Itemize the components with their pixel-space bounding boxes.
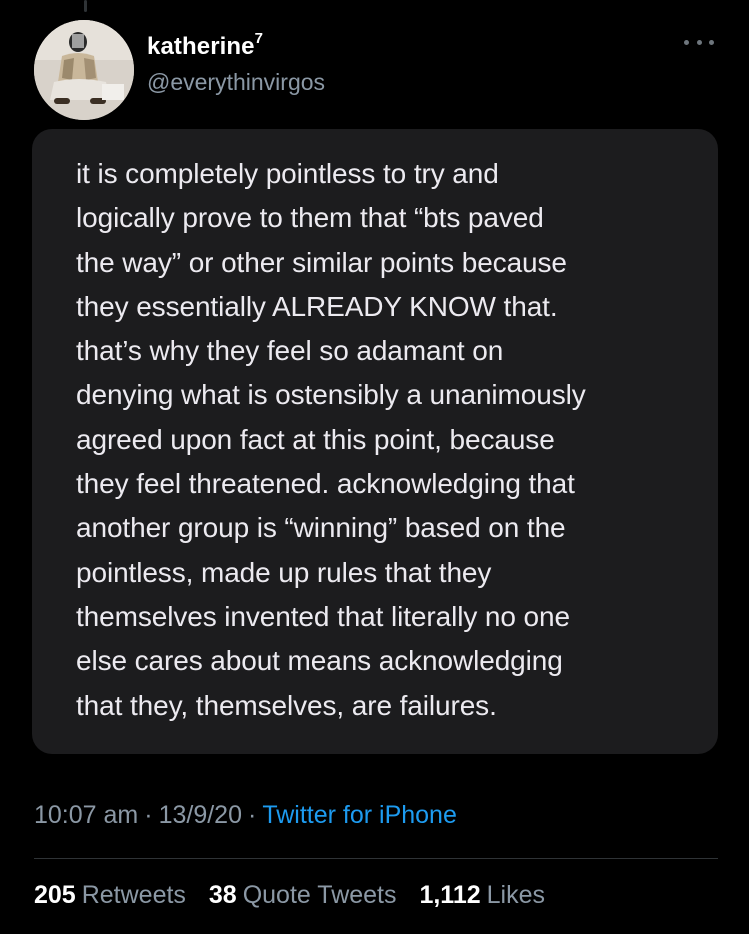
meta-separator: · <box>248 801 257 829</box>
quote-tweets-count: 38 <box>208 881 237 909</box>
thread-connector-line <box>84 0 87 12</box>
retweets-label: Retweets <box>81 881 186 909</box>
quote-tweets-stat[interactable]: 38 Quote Tweets <box>209 881 397 909</box>
note-text-line: themselves invented that literally no on… <box>76 600 570 632</box>
retweets-stat[interactable]: 205 Retweets <box>34 881 186 909</box>
note-text-line: they feel threatened. acknowledging that <box>76 468 575 500</box>
likes-stat[interactable]: 1,112 Likes <box>419 881 545 909</box>
note-text-line: pointless, made up rules that they <box>76 556 492 588</box>
more-dot <box>709 39 714 45</box>
note-text-line: denying what is ostensibly a unanimously <box>76 379 586 411</box>
author-display-name[interactable]: katherine7 <box>147 30 264 61</box>
meta-separator: · <box>144 801 153 829</box>
more-horizontal-icon[interactable] <box>684 36 714 48</box>
author-handle[interactable]: @everythinvirgos <box>147 69 325 96</box>
note-text-line: agreed upon fact at this point, because <box>76 423 555 455</box>
tweet-date[interactable]: 13/9/20 <box>159 801 242 829</box>
quote-tweets-label: Quote Tweets <box>242 881 397 909</box>
note-text-line: another group is “winning” based on the <box>76 512 566 544</box>
note-text-line: the way” or other similar points because <box>76 246 567 278</box>
retweets-count: 205 <box>34 881 76 909</box>
display-name-suffix: 7 <box>254 30 264 47</box>
avatar[interactable] <box>34 20 134 120</box>
note-text-line: that they, themselves, are failures. <box>76 689 497 721</box>
note-text-line: that’s why they feel so adamant on <box>76 335 504 367</box>
likes-label: Likes <box>486 881 546 909</box>
more-dot <box>684 39 689 45</box>
divider <box>34 858 718 859</box>
note-text-line: it is completely pointless to try and <box>76 158 499 189</box>
avatar-photo <box>34 20 134 120</box>
note-text-line: logically prove to them that “bts paved <box>76 202 544 234</box>
likes-count: 1,112 <box>419 881 481 909</box>
tweet-meta: 10:07 am · 13/9/20 · Twitter for iPhone <box>34 801 457 830</box>
tweet-image-text: it is completely pointless to try and log… <box>76 152 696 728</box>
more-dot <box>696 39 702 45</box>
note-text-line: they essentially ALREADY KNOW that. <box>76 290 558 322</box>
tweet-source-link[interactable]: Twitter for iPhone <box>262 801 457 829</box>
display-name-text: katherine <box>147 33 255 60</box>
tweet-time[interactable]: 10:07 am <box>34 801 138 829</box>
engagement-stats: 205 Retweets 38 Quote Tweets 1,112 Likes <box>34 881 561 910</box>
note-text-line: else cares about means acknowledging <box>76 645 563 677</box>
